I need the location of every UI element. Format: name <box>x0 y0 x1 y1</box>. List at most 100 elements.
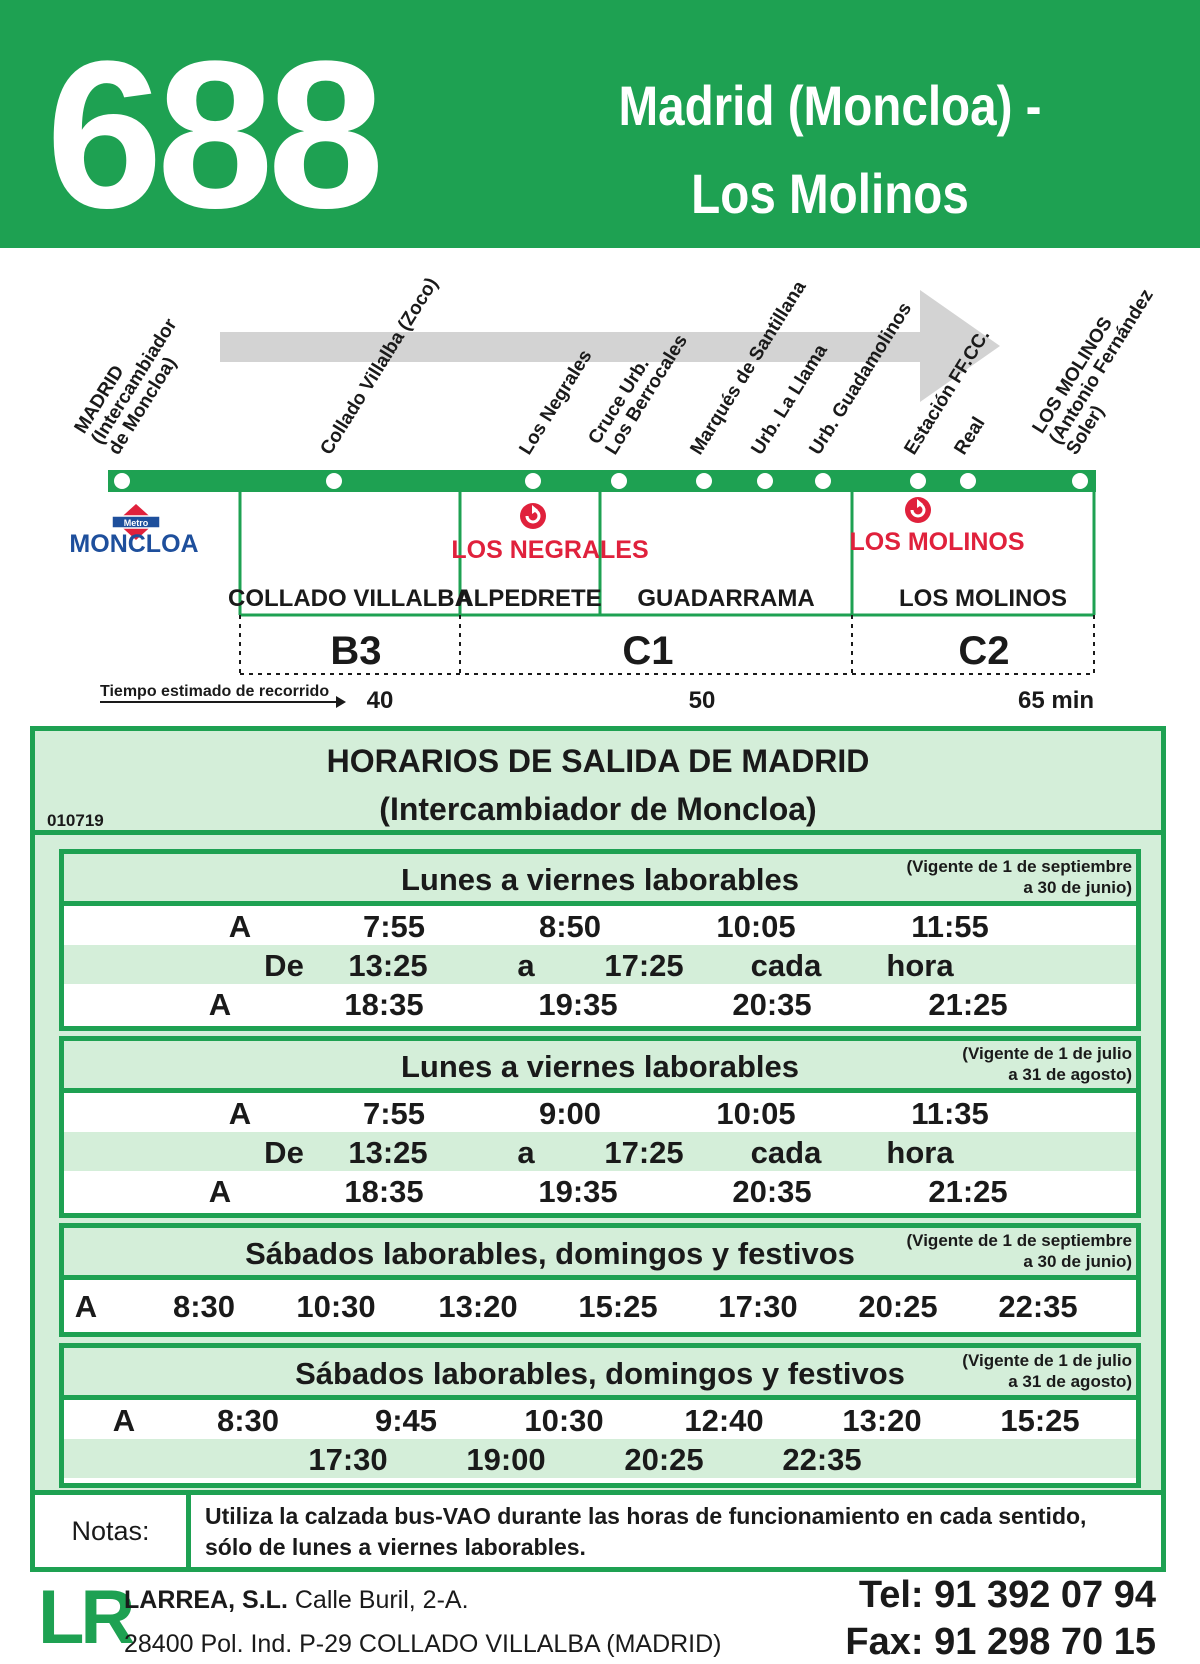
time-cell: A <box>208 987 232 1022</box>
route-title: Madrid (Moncloa) - Los Molinos <box>601 62 1060 238</box>
stop-dot <box>910 473 926 489</box>
time-cell: 20:25 <box>858 1289 938 1324</box>
time-cell: cada <box>750 948 822 983</box>
stop-dot <box>1072 473 1088 489</box>
company-address: 28400 Pol. Ind. P-29 COLLADO VILLALBA (M… <box>124 1630 722 1658</box>
time-cell: 18:35 <box>344 1174 424 1209</box>
stop-label: Marqués de Santillana <box>686 277 810 459</box>
route-title-line2: Los Molinos <box>691 162 969 225</box>
time-cell: 9:45 <box>374 1403 438 1438</box>
block-validity: (Vigente de 1 de julio a 31 de agosto) <box>962 1043 1132 1085</box>
validity-line: a 31 de agosto) <box>1008 1065 1132 1084</box>
time-cell: 9:00 <box>538 1096 602 1131</box>
stop-dot <box>326 473 342 489</box>
time-cell: 11:35 <box>911 1096 989 1131</box>
municipality-los-molinos: LOS MOLINOS <box>899 585 1067 612</box>
time-cell: 22:35 <box>998 1289 1078 1324</box>
schedule-block-weekday-winter: Lunes a viernes laborables (Vigente de 1… <box>59 849 1141 1031</box>
time-cell: 19:00 <box>466 1442 546 1477</box>
time-cell: 10:05 <box>716 909 796 944</box>
validity-line: (Vigente de 1 de septiembre <box>906 1231 1132 1250</box>
notes-label: Notas: <box>35 1495 191 1567</box>
time-cell: a <box>517 1135 535 1170</box>
stop-label: LOS MOLINOS(Antonio FernándezSoler) <box>1029 275 1175 459</box>
rail-station-negrales: LOS NEGRALES <box>451 536 648 564</box>
block-header: Sábados laborables, domingos y festivos … <box>64 1228 1136 1280</box>
time-cell: 8:30 <box>216 1403 280 1438</box>
stop-label: Los Negrales <box>515 346 596 458</box>
time-cell: 17:30 <box>718 1289 798 1324</box>
time-cell: 15:25 <box>1000 1403 1080 1438</box>
fare-zone-b3: B3 <box>330 629 381 673</box>
schedule-row: De 13:25 a 17:25 cada hora <box>64 945 1136 984</box>
travel-time-c1: 50 <box>689 687 716 714</box>
schedule-block-weekend-winter: Sábados laborables, domingos y festivos … <box>59 1223 1141 1337</box>
stop-label: Urb. Guadamolinos <box>805 299 916 459</box>
stop-dot <box>611 473 627 489</box>
validity-line: a 30 de junio) <box>1023 1252 1132 1271</box>
stop-label-line: Urb. Guadamolinos <box>805 299 916 459</box>
company-logo: LR <box>38 1575 135 1660</box>
fax-number: Fax: 91 298 70 15 <box>845 1621 1156 1663</box>
schedule-row: A 8:30 10:30 13:20 15:25 17:30 20:25 22:… <box>64 1280 1136 1332</box>
schedule-code: 010719 <box>47 811 104 830</box>
stop-label-line: Collado Villalba (Zoco) <box>316 274 442 459</box>
arrow-right-icon <box>336 696 346 708</box>
schedule-row: 17:30 19:00 20:25 22:35 <box>64 1439 1136 1478</box>
notes-text: Utiliza la calzada bus-VAO durante las h… <box>205 1501 1155 1563</box>
time-cell: 12:40 <box>684 1403 764 1438</box>
metro-badge-text: Metro <box>124 518 149 528</box>
travel-time-b3: 40 <box>367 687 394 714</box>
notes-box: Notas: Utiliza la calzada bus-VAO durant… <box>30 1490 1166 1572</box>
stop-labels: MADRID(Intercambiadorde Moncloa) Collado … <box>71 274 1175 459</box>
time-cell: 17:25 <box>604 1135 684 1170</box>
train-icon <box>520 503 546 529</box>
time-cell: De <box>264 948 304 983</box>
line-number: 688 <box>46 17 384 252</box>
time-cell: 10:30 <box>296 1289 376 1324</box>
schedule-row: A 18:35 19:35 20:35 21:25 <box>64 1171 1136 1210</box>
block-header: Lunes a viernes laborables (Vigente de 1… <box>64 1041 1136 1093</box>
time-cell: 17:25 <box>604 948 684 983</box>
route-line <box>108 470 1096 492</box>
time-cell: A <box>208 1174 232 1209</box>
schedule-row: A 7:55 9:00 10:05 11:35 <box>64 1093 1136 1132</box>
notes-line: Utiliza la calzada bus-VAO durante las h… <box>205 1503 1087 1529</box>
time-cell: 8:50 <box>538 909 602 944</box>
fare-zone-c1: C1 <box>622 629 673 673</box>
schedule-row: De 13:25 a 17:25 cada hora <box>64 1132 1136 1171</box>
fare-zone-c2: C2 <box>958 629 1009 673</box>
rail-station-molinos: LOS MOLINOS <box>850 528 1025 556</box>
travel-time-caption: Tiempo estimado de recorrido <box>100 683 329 700</box>
time-cell: 10:05 <box>716 1096 796 1131</box>
validity-line: (Vigente de 1 de septiembre <box>906 857 1132 876</box>
stop-dot <box>960 473 976 489</box>
time-cell: 20:25 <box>624 1442 704 1477</box>
block-validity: (Vigente de 1 de septiembre a 30 de juni… <box>907 1230 1132 1272</box>
schedule-header: HORARIOS DE SALIDA DE MADRID (Intercambi… <box>35 731 1161 835</box>
schedule-row: A 18:35 19:35 20:35 21:25 <box>64 984 1136 1023</box>
notes-line: sólo de lunes a viernes laborables. <box>205 1534 586 1560</box>
time-cell: 17:30 <box>308 1442 388 1477</box>
time-cell: a <box>517 948 535 983</box>
stop-dot <box>525 473 541 489</box>
time-cell: 13:20 <box>842 1403 922 1438</box>
metro-station-label: MONCLOA <box>69 530 198 558</box>
route-title-line1: Madrid (Moncloa) - <box>618 74 1042 137</box>
schedule-row: A 8:30 9:45 10:30 12:40 13:20 15:25 <box>64 1400 1136 1439</box>
stop-label-line: Real <box>950 413 989 458</box>
stop-dot <box>114 473 130 489</box>
schedule-block-weekend-summer: Sábados laborables, domingos y festivos … <box>59 1343 1141 1488</box>
time-cell: 19:35 <box>538 987 618 1022</box>
municipality-alpedrete: ALPEDRETE <box>456 585 601 612</box>
route-diagram: MADRID(Intercambiadorde Moncloa) Collado … <box>69 274 1175 714</box>
schedule-block-weekday-summer: Lunes a viernes laborables (Vigente de 1… <box>59 1036 1141 1218</box>
municipality-guadarrama: GUADARRAMA <box>637 585 814 612</box>
time-cell: 15:25 <box>578 1289 658 1324</box>
time-cell: 19:35 <box>538 1174 618 1209</box>
time-cell: 11:55 <box>911 909 989 944</box>
block-header: Sábados laborables, domingos y festivos … <box>64 1348 1136 1400</box>
municipality-collado-villalba: COLLADO VILLALBA <box>228 585 472 612</box>
stop-label: Collado Villalba (Zoco) <box>316 274 442 459</box>
schedule-panel: HORARIOS DE SALIDA DE MADRID (Intercambi… <box>30 726 1166 1572</box>
